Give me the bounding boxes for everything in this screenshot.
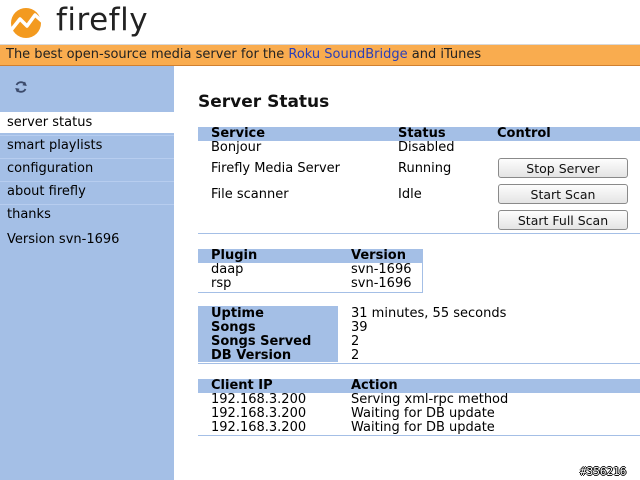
logo-text: firefly: [56, 2, 149, 38]
sidebar: server status smart playlists configurat…: [0, 66, 174, 480]
tagline-prefix: The best open-source media server for th…: [6, 47, 289, 62]
service-status: Disabled: [398, 140, 455, 155]
sidebar-item-smart-playlists[interactable]: smart playlists: [0, 135, 174, 156]
start-full-scan-button[interactable]: Start Full Scan: [498, 210, 628, 230]
tagline: The best open-source media server for th…: [0, 44, 640, 66]
stat-label: Songs: [211, 320, 256, 335]
stat-value: 2: [351, 334, 360, 349]
client-ip: 192.168.3.200: [211, 420, 307, 435]
plugin-version: svn-1696: [351, 262, 412, 277]
service-name: Firefly Media Server: [211, 161, 341, 176]
client-ip: 192.168.3.200: [211, 406, 307, 421]
col-service: Service: [211, 126, 266, 141]
tagline-suffix: and iTunes: [407, 47, 482, 62]
col-client-ip: Client IP: [211, 378, 273, 393]
watermark: #356216: [580, 465, 627, 478]
col-action: Action: [351, 378, 398, 393]
col-plugin: Plugin: [211, 248, 258, 263]
start-scan-button[interactable]: Start Scan: [498, 184, 628, 204]
stat-value: 39: [351, 320, 368, 335]
services-header: Service Status Control: [198, 127, 640, 141]
plugins-header: Plugin Version: [198, 249, 422, 263]
stop-server-button[interactable]: Stop Server: [498, 158, 628, 178]
version-label: Version svn-1696: [7, 232, 120, 247]
plugin-name: rsp: [211, 276, 232, 291]
roku-soundbridge-link[interactable]: Roku SoundBridge: [288, 47, 407, 62]
firefly-logo-icon: [10, 8, 46, 38]
service-name: File scanner: [211, 187, 289, 202]
refresh-icon[interactable]: [14, 80, 28, 94]
stat-value: 2: [351, 348, 360, 363]
sidebar-nav: server status smart playlists configurat…: [0, 112, 174, 227]
sidebar-item-thanks[interactable]: thanks: [0, 204, 174, 225]
service-name: Bonjour: [211, 140, 262, 155]
service-status: Idle: [398, 187, 422, 202]
col-version: Version: [351, 248, 406, 263]
sidebar-item-server-status[interactable]: server status: [0, 112, 174, 133]
client-action: Serving xml-rpc method: [351, 392, 509, 407]
plugin-version: svn-1696: [351, 276, 412, 291]
stat-label: Uptime: [211, 306, 264, 321]
client-ip: 192.168.3.200: [211, 392, 307, 407]
client-action: Waiting for DB update: [351, 406, 495, 421]
header: firefly: [0, 0, 640, 44]
sidebar-item-configuration[interactable]: configuration: [0, 158, 174, 179]
plugin-name: daap: [211, 262, 244, 277]
service-status: Running: [398, 161, 452, 176]
col-status: Status: [398, 126, 446, 141]
client-action: Waiting for DB update: [351, 420, 495, 435]
stat-value: 31 minutes, 55 seconds: [351, 306, 507, 321]
col-control: Control: [497, 126, 551, 141]
page-title: Server Status: [198, 92, 330, 112]
stat-label: DB Version: [211, 348, 292, 363]
stat-label: Songs Served: [211, 334, 312, 349]
sidebar-item-about-firefly[interactable]: about firefly: [0, 181, 174, 202]
clients-header: Client IP Action: [198, 379, 640, 393]
